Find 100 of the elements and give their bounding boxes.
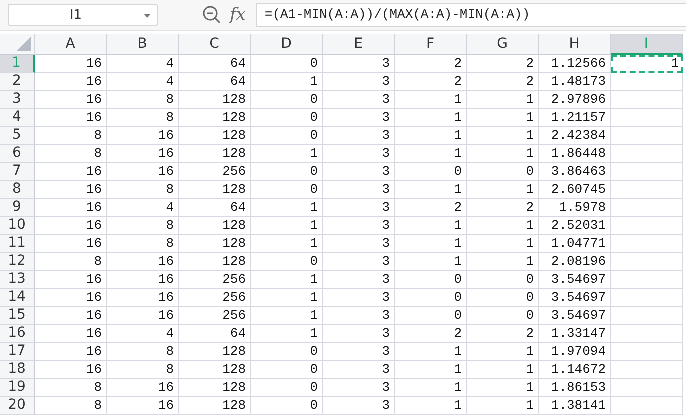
select-all-icon[interactable] [17, 37, 31, 51]
select-all-corner[interactable] [0, 34, 35, 55]
row-header[interactable]: 8 [0, 181, 35, 199]
function-label[interactable]: fx [230, 5, 246, 25]
table-cell: 16 [35, 217, 107, 235]
row-header[interactable]: 18 [0, 361, 35, 379]
table-cell: 3 [323, 73, 395, 91]
table-cell: 1.04771 [539, 235, 611, 253]
row-header[interactable]: 3 [0, 91, 35, 109]
table-cell: 0 [467, 271, 539, 289]
empty-cell [611, 217, 683, 235]
row-header[interactable]: 4 [0, 109, 35, 127]
table-cell: 8 [107, 361, 179, 379]
column-header[interactable]: A [35, 34, 107, 55]
row-header[interactable]: 7 [0, 163, 35, 181]
table-cell: 3 [323, 109, 395, 127]
column-header[interactable]: H [539, 34, 611, 55]
table-cell: 0 [467, 289, 539, 307]
table-cell: 3.54697 [539, 307, 611, 325]
table-cell: 16 [107, 397, 179, 415]
column-header[interactable]: C [179, 34, 251, 55]
table-cell: 2.97896 [539, 91, 611, 109]
empty-cell [611, 181, 683, 199]
table-cell: 1.5978 [539, 199, 611, 217]
table-cell: 2 [467, 73, 539, 91]
table-cell: 0 [395, 289, 467, 307]
table-cell: 16 [107, 163, 179, 181]
table-cell: 1.97094 [539, 343, 611, 361]
name-box[interactable]: I1 [8, 4, 158, 26]
table-cell: 1 [467, 253, 539, 271]
row-header[interactable]: 5 [0, 127, 35, 145]
table-cell: 4 [107, 325, 179, 343]
row-header[interactable]: 14 [0, 289, 35, 307]
empty-cell [611, 235, 683, 253]
row-header[interactable]: 16 [0, 325, 35, 343]
table-cell: 1 [251, 289, 323, 307]
table-cell: 64 [179, 73, 251, 91]
table-cell: 16 [35, 307, 107, 325]
row-header[interactable]: 13 [0, 271, 35, 289]
table-cell: 3 [323, 361, 395, 379]
empty-cell [611, 109, 683, 127]
zoom-icon[interactable] [202, 5, 222, 25]
row-header[interactable]: 20 [0, 397, 35, 415]
row-header[interactable]: 19 [0, 379, 35, 397]
table-cell: 2.60745 [539, 181, 611, 199]
row-header[interactable]: 15 [0, 307, 35, 325]
table-cell: 1 [395, 361, 467, 379]
column-header[interactable]: G [467, 34, 539, 55]
table-cell: 8 [107, 181, 179, 199]
table-cell: 2 [467, 199, 539, 217]
column-header[interactable]: E [323, 34, 395, 55]
table-cell: 3 [323, 235, 395, 253]
table-cell: 16 [35, 343, 107, 361]
table-cell: 2 [467, 55, 539, 73]
table-cell: 128 [179, 397, 251, 415]
table-cell: 64 [179, 55, 251, 73]
table-cell: 1 [467, 343, 539, 361]
table-cell: 1.48173 [539, 73, 611, 91]
table-cell: 8 [35, 127, 107, 145]
table-cell: 1 [395, 91, 467, 109]
column-header[interactable]: B [107, 34, 179, 55]
column-header[interactable]: F [395, 34, 467, 55]
row-header[interactable]: 9 [0, 199, 35, 217]
table-cell: 16 [35, 235, 107, 253]
table-cell: 16 [35, 271, 107, 289]
row-header[interactable]: 11 [0, 235, 35, 253]
column-header[interactable]: D [251, 34, 323, 55]
table-cell: 128 [179, 217, 251, 235]
table-cell: 3.54697 [539, 289, 611, 307]
table-cell: 3 [323, 343, 395, 361]
table-cell: 8 [35, 145, 107, 163]
table-cell: 1.86448 [539, 145, 611, 163]
table-cell: 1 [251, 307, 323, 325]
table-cell: 1 [395, 379, 467, 397]
row-header[interactable]: 12 [0, 253, 35, 271]
table-cell: 2 [395, 73, 467, 91]
table-cell: 1 [467, 397, 539, 415]
table-cell: 1 [395, 217, 467, 235]
table-cell: 3 [323, 325, 395, 343]
empty-cell [611, 343, 683, 361]
empty-cell [611, 253, 683, 271]
table-cell: 256 [179, 307, 251, 325]
row-header[interactable]: 6 [0, 145, 35, 163]
table-cell: 3 [323, 55, 395, 73]
table-cell: 8 [107, 235, 179, 253]
table-cell: 64 [179, 199, 251, 217]
row-header[interactable]: 10 [0, 217, 35, 235]
table-cell: 3 [323, 163, 395, 181]
table-cell: 1 [395, 127, 467, 145]
row-header[interactable]: 2 [0, 73, 35, 91]
table-cell: 3 [323, 217, 395, 235]
table-cell: 16 [35, 289, 107, 307]
formula-field[interactable]: =(A1-MIN(A:A))/(MAX(A:A)-MIN(A:A)) [256, 3, 686, 27]
table-cell: 256 [179, 271, 251, 289]
table-cell: 1 [467, 91, 539, 109]
table-cell: 16 [107, 271, 179, 289]
table-cell: 128 [179, 379, 251, 397]
table-cell: 3.54697 [539, 271, 611, 289]
table-cell: 1.33147 [539, 325, 611, 343]
row-header[interactable]: 17 [0, 343, 35, 361]
